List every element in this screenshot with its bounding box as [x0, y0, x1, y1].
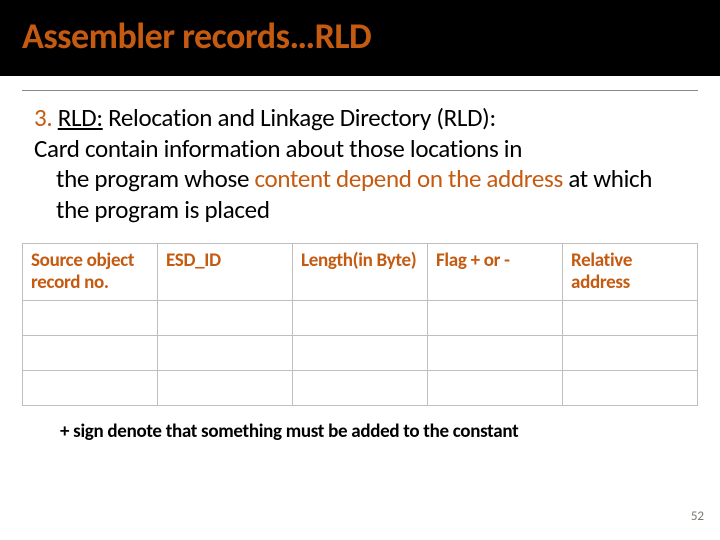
body-line-3: the program whose content depend on the … [34, 164, 686, 225]
cell [23, 335, 158, 370]
col-relative-address: Relative address [563, 244, 698, 301]
table-row [23, 300, 698, 335]
prog-text-1: the program whose [56, 163, 254, 194]
lead-term: RLD: [58, 102, 103, 133]
cell [293, 335, 428, 370]
body-text: 3. RLD: Relocation and Linkage Directory… [0, 91, 720, 225]
cell [293, 300, 428, 335]
col-esd-id: ESD_ID [158, 244, 293, 301]
emphasis-text: content depend on the address [254, 163, 563, 194]
cell [23, 370, 158, 405]
table-row [23, 335, 698, 370]
lead-rest: Relocation and Linkage Directory (RLD): [108, 102, 496, 133]
lead-number: 3. [34, 102, 52, 133]
cell [563, 370, 698, 405]
table-wrap: Source object record no. ESD_ID Length(i… [0, 225, 720, 406]
cell [158, 370, 293, 405]
table-header-row: Source object record no. ESD_ID Length(i… [23, 244, 698, 301]
card-text: Card contain information about those loc… [34, 133, 522, 164]
footnote: + sign denote that something must be add… [0, 406, 720, 443]
body-line-1: 3. RLD: Relocation and Linkage Directory… [34, 103, 686, 134]
cell [293, 370, 428, 405]
slide: Assembler records…RLD 3. RLD: Relocation… [0, 0, 720, 540]
cell [428, 300, 563, 335]
col-source-object: Source object record no. [23, 244, 158, 301]
cell [428, 370, 563, 405]
cell [563, 335, 698, 370]
cell [563, 300, 698, 335]
cell [158, 300, 293, 335]
cell [158, 335, 293, 370]
slide-title: Assembler records…RLD [22, 14, 698, 58]
body-line-2: Card contain information about those loc… [34, 134, 686, 165]
col-flag: Flag + or - [428, 244, 563, 301]
rld-table: Source object record no. ESD_ID Length(i… [22, 243, 698, 406]
page-number: 52 [691, 509, 704, 524]
title-bar: Assembler records…RLD [0, 0, 720, 76]
col-length: Length(in Byte) [293, 244, 428, 301]
cell [428, 335, 563, 370]
table-row [23, 370, 698, 405]
cell [23, 300, 158, 335]
